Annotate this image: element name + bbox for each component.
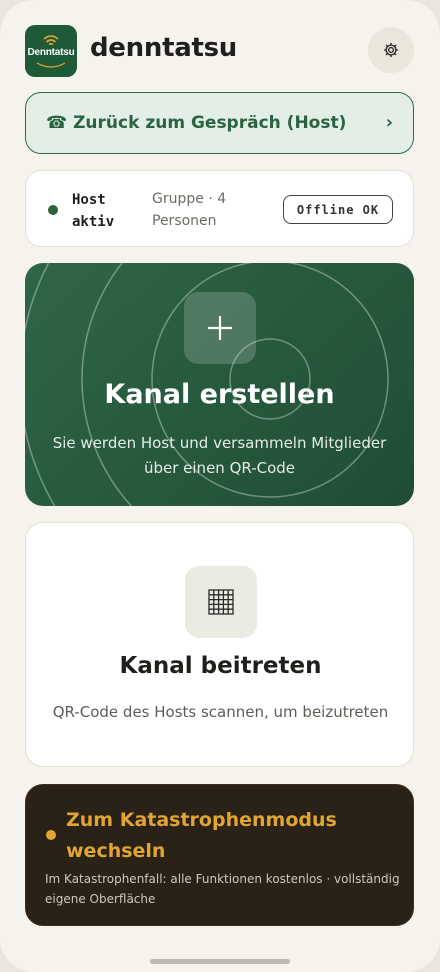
app-title: denntatsu [90, 33, 237, 63]
disaster-indicator-dot [46, 830, 56, 840]
create-channel-description: Sie werden Host und versammeln Mitgliede… [52, 434, 387, 477]
join-channel-title: Kanal beitreten [119, 653, 322, 679]
chevron-right-icon: › [385, 112, 393, 133]
return-to-call-label: ☎ Zurück zum Gespräch (Host) [46, 113, 346, 133]
logo-text: Denntatsu [27, 47, 75, 58]
phone-icon: ☎ [46, 113, 68, 133]
offline-badge: Offline OK [283, 195, 393, 224]
plus-icon-box [184, 292, 256, 364]
qr-grid-icon [208, 589, 234, 615]
disaster-mode-button[interactable]: Zum Katastrophenmodus wechseln Im Katast… [25, 784, 414, 926]
disaster-mode-description: Im Katastrophenfall: alle Funktionen kos… [45, 872, 400, 906]
disaster-mode-title: Zum Katastrophenmodus wechseln [66, 809, 337, 862]
create-channel-card[interactable]: Kanal erstellen Sie werden Host und vers… [25, 263, 414, 506]
header: Denntatsu denntatsu [25, 25, 414, 77]
group-size-label: Gruppe · 4 Personen [152, 191, 227, 229]
plus-icon [208, 316, 232, 340]
app-logo: Denntatsu [25, 25, 77, 77]
status-card: Host aktiv Gruppe · 4 Personen Offline O… [25, 170, 414, 247]
home-indicator[interactable] [150, 959, 290, 964]
host-status-label: Host aktiv [72, 192, 115, 230]
settings-icon [383, 42, 399, 58]
return-to-call-text: Zurück zum Gespräch (Host) [73, 113, 347, 133]
app-screen: Denntatsu denntatsu ☎ Zurück zum Gespräc… [0, 0, 440, 972]
join-channel-description: QR-Code des Hosts scannen, um beizutrete… [52, 703, 389, 721]
status-dot [48, 205, 58, 215]
qr-icon-box [185, 566, 257, 638]
create-channel-title: Kanal erstellen [104, 379, 335, 410]
join-channel-card[interactable]: Kanal beitreten QR-Code des Hosts scanne… [25, 522, 414, 767]
settings-button[interactable] [368, 27, 414, 73]
return-to-call-button[interactable]: ☎ Zurück zum Gespräch (Host) › [25, 92, 414, 154]
